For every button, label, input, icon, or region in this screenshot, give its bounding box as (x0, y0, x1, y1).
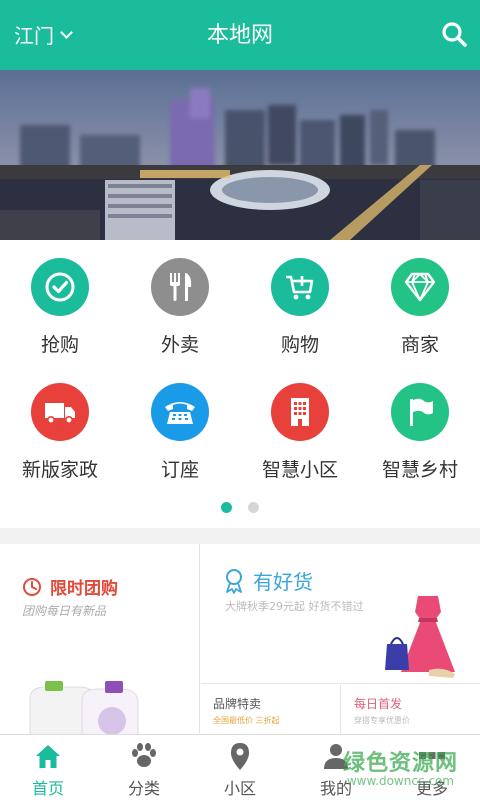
cart-icon (271, 258, 329, 316)
tab-label: 分类 (127, 779, 160, 798)
good-goods-subtitle: 大牌秋季29元起 好货不错过 (225, 600, 364, 613)
category-label: 购物 (280, 334, 319, 356)
flash-deal-label: 限时团购 (50, 579, 118, 599)
category-item-merchants[interactable]: 商家 (360, 240, 480, 356)
detergent-image (29, 681, 139, 734)
top-app-bar: 江门 本地网 (0, 0, 480, 70)
tab-home[interactable]: 首页 (0, 735, 96, 800)
paw-icon (132, 743, 156, 767)
good-goods-label: 有好货 (253, 570, 313, 594)
tab-category[interactable]: 分类 (96, 735, 192, 800)
flag-icon (391, 383, 449, 441)
fork-knife-icon (151, 258, 209, 316)
banner-image (0, 70, 480, 240)
clock-icon (23, 577, 41, 596)
category-item-flash-sale[interactable]: 抢购 (0, 240, 120, 356)
category-item-shopping[interactable]: 购物 (240, 240, 360, 356)
daily-launch-title: 每日首发 (354, 697, 403, 711)
category-item-reservation[interactable]: 订座 (120, 365, 240, 481)
good-goods-card[interactable]: 有好货 大牌秋季29元起 好货不错过 (201, 544, 480, 684)
dress-image (385, 596, 455, 678)
category-item-housekeeping[interactable]: 新版家政 (0, 365, 120, 481)
check-icon (31, 258, 89, 316)
flash-deal-subtitle: 团购每日有新品 (22, 604, 107, 618)
category-item-takeout[interactable]: 外卖 (120, 240, 240, 356)
promo-section: 限时团购 团购每日有新品 有好货 大牌秋季29元起 好货不错过 品牌特卖 全国最… (0, 544, 480, 734)
building-icon (271, 383, 329, 441)
category-label: 抢购 (40, 334, 79, 356)
watermark-url: www.downcc.com (346, 774, 454, 788)
category-label: 商家 (400, 334, 439, 356)
location-pin-icon (231, 743, 249, 770)
brand-sale-subtitle: 全国最低价 三折起 (213, 716, 280, 725)
category-label: 智慧小区 (261, 459, 338, 481)
flash-deal-card[interactable]: 限时团购 团购每日有新品 (0, 544, 200, 734)
flash-deal-title: 限时团购 (22, 574, 118, 599)
page-title: 本地网 (206, 23, 273, 48)
brand-sale-card[interactable]: 品牌特卖 全国最低价 三折起 (201, 685, 341, 734)
good-goods-title: 有好货 (223, 566, 313, 595)
category-label: 外卖 (160, 334, 199, 356)
category-item-smart-village[interactable]: 智慧乡村 (360, 365, 480, 481)
phone-icon (151, 383, 209, 441)
daily-launch-card[interactable]: 每日首发 穿搭专享优惠价 (342, 685, 480, 734)
category-grid: 抢购 外卖 购物 商家 新版家政 订座 智慧小区 智慧乡村 (0, 240, 480, 528)
truck-icon (31, 383, 89, 441)
category-label: 订座 (160, 459, 199, 481)
home-icon (36, 745, 60, 768)
watermark-text: 绿色资源网 (342, 751, 458, 776)
category-label: 新版家政 (21, 459, 98, 481)
daily-launch-subtitle: 穿搭专享优惠价 (354, 716, 410, 725)
tab-community[interactable]: 小区 (192, 735, 288, 800)
pager-dot-active[interactable] (221, 502, 232, 513)
tab-label: 小区 (223, 779, 256, 798)
banner-carousel[interactable] (0, 70, 480, 240)
diamond-icon (391, 258, 449, 316)
brand-sale-title: 品牌特卖 (213, 697, 262, 711)
pager-indicator (0, 502, 480, 513)
tab-label: 首页 (31, 779, 64, 798)
pager-dot[interactable] (248, 502, 259, 513)
category-item-smart-community[interactable]: 智慧小区 (240, 365, 360, 481)
category-label: 智慧乡村 (381, 459, 458, 481)
ribbon-icon (226, 568, 242, 594)
search-icon[interactable] (440, 20, 468, 48)
